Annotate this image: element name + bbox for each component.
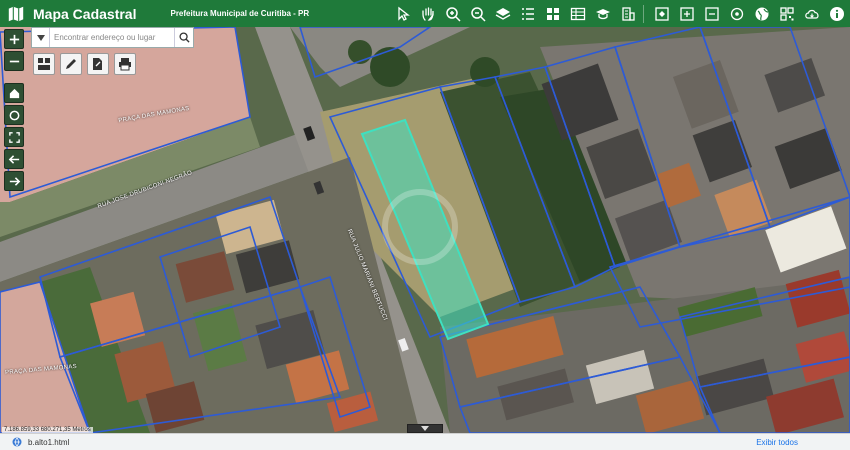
add-window-button[interactable]	[676, 3, 698, 25]
remove-window-icon	[705, 7, 719, 21]
education-button[interactable]	[592, 3, 614, 25]
zoom-in-button[interactable]	[442, 3, 464, 25]
search-input[interactable]	[50, 28, 174, 47]
caret-down-icon	[36, 34, 45, 41]
locate-button[interactable]	[4, 105, 24, 125]
zoom-out-icon	[471, 7, 486, 22]
basemap-grid-icon	[38, 58, 50, 70]
layers-icon	[495, 8, 511, 20]
download-filename[interactable]: b.alto1.html	[28, 438, 69, 447]
search-button[interactable]	[174, 28, 193, 47]
toolbar	[389, 3, 848, 25]
toolbar-separator	[643, 5, 644, 23]
add-window-icon	[680, 7, 694, 21]
draw-button[interactable]	[60, 53, 82, 75]
search-icon	[178, 32, 190, 43]
caret-down-icon	[421, 426, 429, 431]
full-extent-button[interactable]	[4, 127, 24, 147]
download-bar: b.alto1.html Exibir todos	[0, 433, 850, 450]
html-file-icon	[12, 437, 22, 447]
home-button[interactable]	[4, 83, 24, 103]
cloud-download-button[interactable]	[801, 3, 823, 25]
layers-button[interactable]	[492, 3, 514, 25]
map-window-button[interactable]	[651, 3, 673, 25]
qr-icon	[780, 7, 794, 21]
minus-icon	[9, 60, 19, 62]
search-bar	[31, 27, 194, 48]
info-button[interactable]	[826, 3, 848, 25]
map-action-buttons	[33, 53, 136, 75]
map-nav-controls	[4, 29, 24, 191]
pencil-icon	[66, 59, 76, 69]
globe-button[interactable]	[751, 3, 773, 25]
app-header: Mapa Cadastral Prefeitura Municipal de C…	[0, 0, 850, 27]
education-icon	[596, 9, 610, 20]
map-zoom-in-button[interactable]	[4, 29, 24, 49]
panel-toggle-button[interactable]	[407, 424, 443, 433]
zoom-out-button[interactable]	[467, 3, 489, 25]
back-button[interactable]	[4, 149, 24, 169]
document-edit-icon	[93, 58, 102, 70]
grid-icon	[547, 8, 559, 20]
zoom-in-icon	[446, 7, 461, 22]
building-icon	[622, 7, 635, 21]
forward-button[interactable]	[4, 171, 24, 191]
cloud-download-icon	[805, 9, 819, 19]
pointer-button[interactable]	[392, 3, 414, 25]
info-icon	[830, 7, 844, 21]
map-logo-icon	[8, 6, 24, 21]
target-icon	[730, 7, 744, 21]
edit-document-button[interactable]	[87, 53, 109, 75]
print-button[interactable]	[114, 53, 136, 75]
remove-window-button[interactable]	[701, 3, 723, 25]
map-view[interactable]: PRAÇA DAS MAMONAS RUA JOSE DRUBICONI NEG…	[0, 27, 850, 433]
home-icon	[9, 88, 19, 98]
qr-button[interactable]	[776, 3, 798, 25]
map-window-icon	[655, 7, 669, 21]
aerial-map	[0, 27, 850, 433]
globe-icon	[755, 7, 769, 21]
arrow-right-icon	[9, 176, 20, 186]
building-button[interactable]	[617, 3, 639, 25]
table-icon	[570, 7, 586, 21]
plus-icon	[9, 34, 19, 44]
map-zoom-out-button[interactable]	[4, 51, 24, 71]
show-all-downloads-link[interactable]: Exibir todos	[756, 438, 798, 447]
target-button[interactable]	[726, 3, 748, 25]
list-icon	[522, 8, 534, 20]
basemap-button[interactable]	[33, 53, 55, 75]
expand-icon	[8, 131, 20, 143]
arrow-left-icon	[8, 154, 19, 164]
table-button[interactable]	[567, 3, 589, 25]
pan-hand-icon	[422, 7, 434, 21]
search-source-dropdown[interactable]	[32, 28, 50, 47]
org-title: Prefeitura Municipal de Curitiba - PR	[170, 9, 310, 18]
pan-button[interactable]	[417, 3, 439, 25]
circle-icon	[9, 110, 19, 120]
printer-icon	[119, 58, 131, 71]
grid-button[interactable]	[542, 3, 564, 25]
list-button[interactable]	[517, 3, 539, 25]
pointer-icon	[398, 6, 410, 21]
app-title: Mapa Cadastral	[33, 5, 137, 22]
